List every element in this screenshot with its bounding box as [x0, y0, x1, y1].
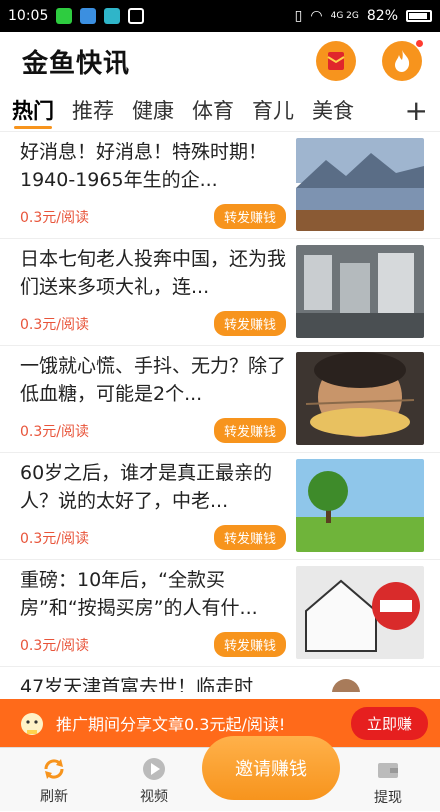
video-icon — [143, 758, 165, 780]
nav-video[interactable]: 视频 — [104, 747, 204, 811]
vibrate-icon: ▯ — [294, 8, 303, 24]
nav-refresh[interactable]: 刷新 — [4, 747, 104, 811]
item-title[interactable]: 重磅：10年后，“全款买房”和“按揭买房”的人有什... — [20, 566, 286, 622]
list-item[interactable]: 60岁之后，谁才是真正最亲的人？说的太好了，中老... 0.3元/阅读 转发赚钱 — [0, 453, 440, 560]
item-title[interactable]: 日本七旬老人投奔中国，还为我们送来多项大礼，连... — [20, 245, 286, 301]
item-price: 0.3元/阅读 — [20, 637, 89, 654]
notification-dot — [415, 39, 424, 48]
add-tab-button[interactable]: + — [405, 94, 428, 127]
battery-percent: 82% — [366, 8, 398, 24]
nav-video-label: 视频 — [140, 789, 168, 805]
lucky-cat-icon — [21, 713, 43, 735]
share-earn-button[interactable]: 转发赚钱 — [213, 525, 286, 550]
item-price: 0.3元/阅读 — [20, 209, 89, 226]
nav-refresh-label: 刷新 — [40, 789, 68, 805]
flame-icon — [395, 50, 410, 72]
bottom-nav: 刷新 视频 邀请赚钱 提现 — [0, 736, 440, 812]
clock: 10:05 — [8, 8, 49, 24]
thumbnail-person[interactable] — [296, 673, 424, 692]
category-tabs: 热门 推荐 健康 体育 育儿 美食 + — [0, 90, 440, 132]
tab-recommend[interactable]: 推荐 — [72, 90, 114, 132]
news-feed: 好消息！好消息！特殊时期！1940-1965年生的企... 0.3元/阅读 转发… — [0, 132, 440, 692]
share-earn-button[interactable]: 转发赚钱 — [213, 204, 286, 229]
item-title[interactable]: 一饿就心慌、手抖、无力？除了低血糖，可能是2个... — [20, 352, 286, 408]
wechat-icon — [56, 8, 73, 24]
item-price: 0.3元/阅读 — [20, 423, 89, 440]
item-title[interactable]: 47岁天津首富去世！临走时 — [20, 673, 286, 692]
refresh-icon — [44, 759, 64, 779]
item-price: 0.3元/阅读 — [20, 530, 89, 547]
item-title[interactable]: 60岁之后，谁才是真正最亲的人？说的太好了，中老... — [20, 459, 286, 515]
list-item[interactable]: 一饿就心慌、手抖、无力？除了低血糖，可能是2个... 0.3元/阅读 转发赚钱 — [0, 346, 440, 453]
share-earn-button[interactable]: 转发赚钱 — [213, 418, 286, 443]
share-earn-button[interactable]: 转发赚钱 — [213, 311, 286, 336]
thumbnail-factory[interactable] — [296, 245, 424, 338]
list-item[interactable]: 重磅：10年后，“全款买房”和“按揭买房”的人有什... 0.3元/阅读 转发赚… — [0, 560, 440, 667]
network-label: 4G 2G — [330, 10, 359, 21]
share-earn-button[interactable]: 转发赚钱 — [213, 632, 286, 657]
nav-withdraw-label: 提现 — [374, 790, 402, 806]
red-envelope-icon — [327, 52, 345, 70]
tab-parenting[interactable]: 育儿 — [252, 90, 294, 132]
app-header: 金鱼快讯 — [0, 32, 440, 90]
promo-text: 推广期间分享文章0.3元起/阅读! — [56, 715, 286, 734]
message-icon — [80, 8, 97, 24]
hot-button[interactable] — [382, 39, 424, 81]
nav-withdraw[interactable]: 提现 — [338, 748, 438, 812]
list-item[interactable]: 47岁天津首富去世！临走时 — [0, 667, 440, 692]
thumbnail-tree-field[interactable] — [296, 459, 424, 552]
tab-hot[interactable]: 热门 — [12, 90, 54, 132]
list-item[interactable]: 好消息！好消息！特殊时期！1940-1965年生的企... 0.3元/阅读 转发… — [0, 132, 440, 239]
bag-icon — [128, 8, 145, 24]
thumbnail-mountain-lake[interactable] — [296, 138, 424, 231]
tab-health[interactable]: 健康 — [132, 90, 174, 132]
earn-now-button[interactable]: 立即赚 — [350, 706, 428, 740]
list-item[interactable]: 日本七旬老人投奔中国，还为我们送来多项大礼，连... 0.3元/阅读 转发赚钱 — [0, 239, 440, 346]
tab-food[interactable]: 美食 — [312, 90, 354, 132]
wifi-icon: ◠ — [310, 8, 323, 24]
red-envelope-button[interactable] — [316, 41, 356, 81]
item-title[interactable]: 好消息！好消息！特殊时期！1940-1965年生的企... — [20, 138, 286, 194]
wallet-icon — [378, 763, 398, 778]
app-title: 金鱼快讯 — [22, 48, 131, 79]
invite-earn-button[interactable]: 邀请赚钱 — [202, 736, 340, 800]
item-price: 0.3元/阅读 — [20, 316, 89, 333]
battery-icon — [406, 10, 432, 22]
app-notification-icon — [104, 8, 121, 24]
status-bar: 10:05 ▯ ◠ 4G 2G 82% — [0, 0, 440, 32]
thumbnail-child-eating[interactable] — [296, 352, 424, 445]
tab-sports[interactable]: 体育 — [192, 90, 234, 132]
thumbnail-house-loan[interactable] — [296, 566, 424, 659]
